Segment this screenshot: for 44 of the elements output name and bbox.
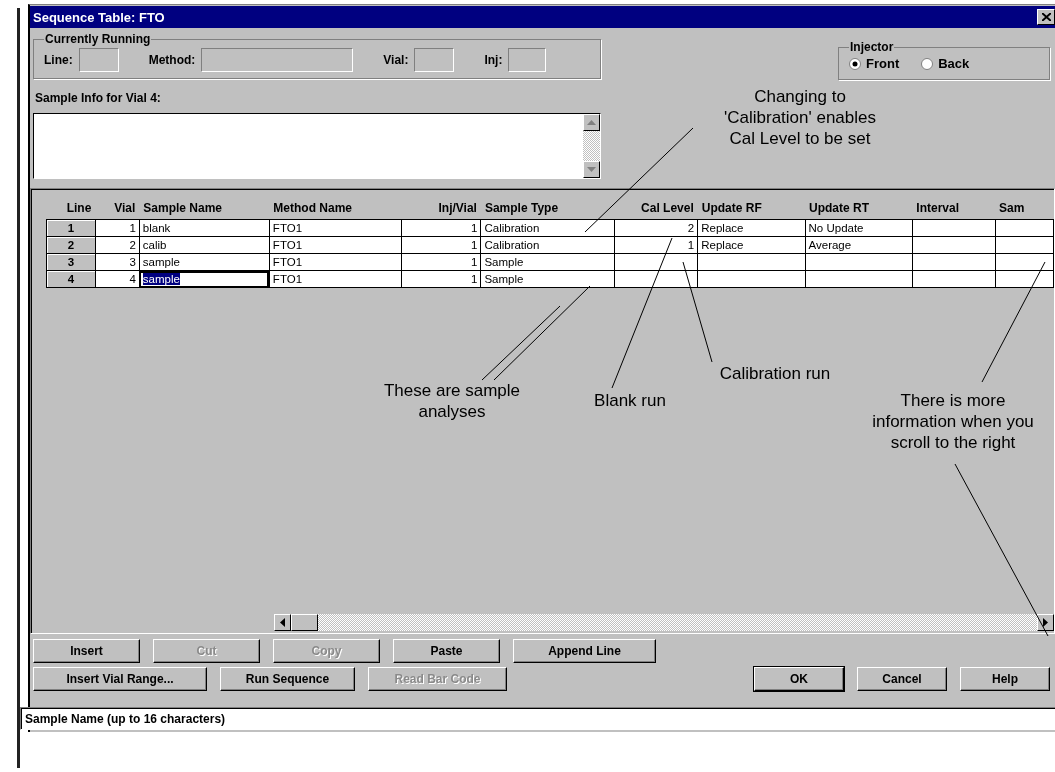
- field-label: Vial:: [383, 53, 409, 67]
- button[interactable]: Append Line: [513, 639, 656, 663]
- button[interactable]: Help: [960, 667, 1050, 691]
- button[interactable]: OK: [754, 667, 844, 691]
- table-cell: 1: [95, 219, 140, 237]
- column-header: Update RT: [805, 199, 913, 220]
- column-header: Interval: [912, 199, 996, 220]
- column-header: Sam: [995, 199, 1054, 220]
- status-text: Sample Name (up to 16 characters): [25, 711, 226, 726]
- button[interactable]: Cancel: [857, 667, 947, 691]
- table-cell: FTO1: [269, 219, 402, 237]
- radio-label[interactable]: Back: [938, 56, 970, 71]
- column-header: Update RF: [697, 199, 806, 220]
- annotation-text: Calibration run: [718, 363, 832, 384]
- field-label: Line:: [44, 53, 73, 67]
- column-header: Line: [46, 199, 96, 220]
- field-label: Method:: [148, 53, 196, 67]
- group-title: Currently Running: [44, 32, 152, 46]
- table-cell: Replace: [697, 219, 806, 237]
- table-cell: No Update: [805, 219, 913, 237]
- column-header: Inj/Vial: [401, 199, 481, 220]
- table-cell: Calibration: [480, 219, 615, 237]
- table-cell: 1: [401, 219, 481, 237]
- table-cell: 2: [614, 219, 698, 237]
- column-header: Method Name: [269, 199, 402, 220]
- column-header: Sample Type: [480, 199, 615, 220]
- annotation-text: There is more information when you scroll to the right: [871, 390, 1035, 453]
- table-cell: blank: [139, 219, 270, 237]
- button[interactable]: Paste: [393, 639, 500, 663]
- column-header: Cal Level: [614, 199, 698, 220]
- window-title: Sequence Table: FTO: [33, 9, 166, 25]
- column-header: Vial: [95, 199, 140, 220]
- annotation-text: These are sample analyses: [382, 380, 522, 422]
- group-title: Injector: [849, 40, 895, 54]
- field-label: Inj:: [484, 53, 503, 67]
- field-label: Sample Info for Vial 4:: [35, 91, 162, 105]
- row-header: 1: [46, 219, 96, 237]
- annotation-text: Changing to 'Calibration' enables Cal Level to be set: [723, 86, 877, 149]
- column-header: Sample Name: [139, 199, 270, 220]
- radio-label[interactable]: Front: [866, 56, 900, 71]
- button[interactable]: Run Sequence: [220, 667, 355, 691]
- annotation-text: Blank run: [593, 390, 667, 411]
- button[interactable]: Insert Vial Range...: [33, 667, 207, 691]
- button[interactable]: Insert: [33, 639, 140, 663]
